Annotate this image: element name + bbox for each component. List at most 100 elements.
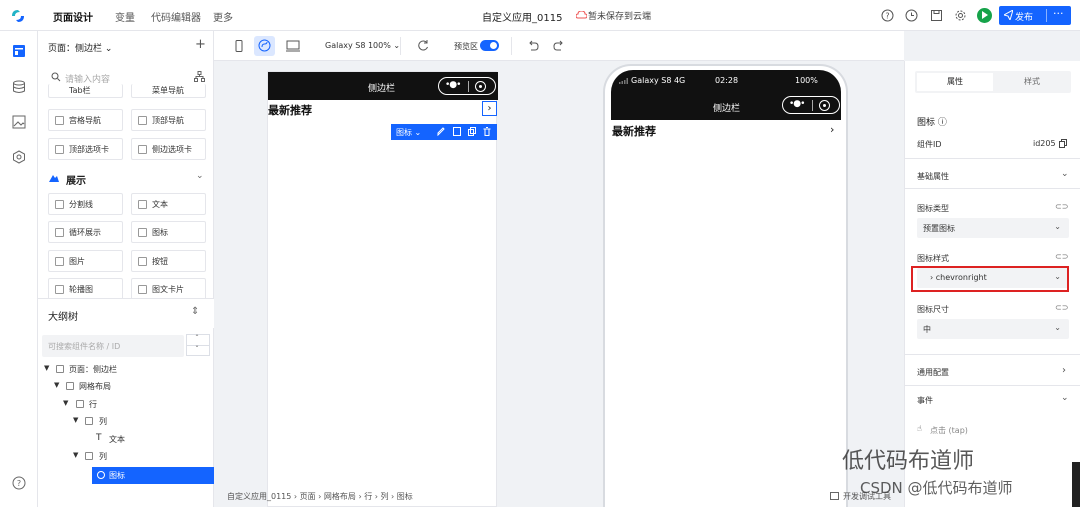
column-icon xyxy=(85,417,93,425)
column-icon xyxy=(85,452,93,460)
basic-props-header[interactable]: 基础属性 xyxy=(917,171,949,182)
database-icon[interactable] xyxy=(12,80,26,94)
component-grid-nav[interactable]: 宫格导航 xyxy=(48,109,123,131)
delete-trash-icon[interactable] xyxy=(483,127,491,136)
image-assets-icon[interactable] xyxy=(12,115,26,129)
phone-screen: Galaxy S8 4G 02:28 100% 侧边栏 •●• 最新推荐 › xyxy=(611,70,841,507)
copy-icon[interactable] xyxy=(468,127,476,136)
pages-icon[interactable] xyxy=(12,44,26,58)
caret-down-icon[interactable]: ▼ xyxy=(73,416,78,424)
copy-icon[interactable] xyxy=(1059,139,1067,148)
caret-down-icon[interactable]: ▼ xyxy=(73,451,78,459)
component-image[interactable]: 图片 xyxy=(48,250,123,272)
component-icon[interactable]: 图标 xyxy=(131,221,206,243)
link-icon[interactable]: ⊂⊃ xyxy=(1055,202,1068,211)
common-config-header[interactable]: 通用配置 xyxy=(917,367,949,378)
image-card-icon xyxy=(138,285,147,294)
nav-page-design[interactable]: 页面设计 xyxy=(53,9,93,24)
component-side-tabs[interactable]: 侧边选项卡 xyxy=(131,138,206,160)
edit-pencil-icon[interactable] xyxy=(437,127,445,136)
row-icon xyxy=(76,400,84,408)
events-header[interactable]: 事件 xyxy=(917,395,933,406)
chevron-down-icon[interactable]: ˇ xyxy=(195,345,199,354)
selected-component-name[interactable]: 图标 ⌄ xyxy=(396,127,421,138)
preview-toggle[interactable] xyxy=(480,40,499,51)
tree-node-page[interactable]: ▼ 页面：侧边栏 xyxy=(38,361,214,378)
nav-variables[interactable]: 变量 xyxy=(115,9,135,24)
tree-node-row[interactable]: ▼ 行 xyxy=(38,396,214,413)
caret-down-icon[interactable]: ▼ xyxy=(44,364,49,372)
divider xyxy=(905,385,1080,386)
redo-icon[interactable] xyxy=(552,40,566,52)
component-top-tabs[interactable]: 顶部选项卡 xyxy=(48,138,123,160)
mobile-device-icon[interactable] xyxy=(232,40,246,52)
tab-style[interactable]: 样式 xyxy=(995,73,1069,91)
design-frame[interactable]: 侧边栏 •●• 最新推荐 › 图标 ⌄ xyxy=(267,71,498,507)
tree-node-icon-selected[interactable]: 图标 xyxy=(92,467,214,484)
icon-size-select[interactable]: 中 ⌄ xyxy=(917,319,1069,339)
help-circle-icon[interactable]: ? xyxy=(12,476,26,490)
component-top-nav[interactable]: 顶部导航 xyxy=(131,109,206,131)
caret-down-icon[interactable]: ▼ xyxy=(54,381,59,389)
tree-node-column[interactable]: ▼ 列 xyxy=(38,413,214,430)
chevron-right-icon[interactable]: › xyxy=(1062,365,1066,376)
miniprogram-capsule[interactable]: •●• xyxy=(438,77,496,95)
desktop-device-icon[interactable] xyxy=(286,40,300,52)
outline-search-input[interactable]: 可搜索组件名称 / ID xyxy=(42,335,184,357)
component-carousel[interactable]: 轮播图 xyxy=(48,278,123,300)
refresh-icon[interactable] xyxy=(416,39,430,51)
top-tabs-icon xyxy=(55,145,64,154)
page-selector[interactable]: 页面：侧边栏 ⌄ xyxy=(48,41,112,54)
nav-more[interactable]: 更多 xyxy=(213,9,233,24)
history-icon[interactable] xyxy=(905,9,918,22)
phone-statusbar-navbar: Galaxy S8 4G 02:28 100% 侧边栏 •●• xyxy=(611,70,841,120)
icon-type-select[interactable]: 预置图标 ⌄ xyxy=(917,218,1069,238)
tree-node-text[interactable]: T 文本 xyxy=(38,431,214,448)
link-icon[interactable]: ⊂⊃ xyxy=(1055,303,1068,312)
save-icon[interactable] xyxy=(930,9,943,22)
plugin-icon[interactable] xyxy=(12,150,26,164)
settings-gear-icon[interactable] xyxy=(954,9,967,22)
device-selector[interactable]: Galaxy S8 100% ⌄ xyxy=(325,41,400,50)
component-tree-icon[interactable] xyxy=(194,71,205,82)
run-preview-button[interactable] xyxy=(977,8,992,23)
chevron-right-icon[interactable]: › xyxy=(830,123,834,136)
component-text[interactable]: 文本 xyxy=(131,193,206,215)
help-icon[interactable]: ? xyxy=(881,9,894,22)
frame-heading-text[interactable]: 最新推荐 xyxy=(268,102,312,118)
undo-icon[interactable] xyxy=(526,40,540,52)
chevron-down-icon[interactable]: ⌄ xyxy=(1061,393,1069,403)
carousel-icon xyxy=(55,285,64,294)
phone-miniprogram-capsule[interactable]: •●• xyxy=(782,96,840,114)
phone-heading-text: 最新推荐 xyxy=(612,125,656,138)
button-icon xyxy=(138,257,147,266)
chevron-down-icon[interactable]: ⌄ xyxy=(1061,169,1069,179)
component-divider[interactable]: 分割线 xyxy=(48,193,123,215)
tree-node-column[interactable]: ▼ 列 xyxy=(38,448,214,465)
tree-node-grid[interactable]: ▼ 网格布局 xyxy=(38,378,214,395)
miniprogram-device-button[interactable] xyxy=(254,36,275,56)
tab-attributes[interactable]: 属性 xyxy=(917,73,993,91)
chevron-down-icon[interactable]: ⌄ xyxy=(196,171,204,181)
nav-code-editor[interactable]: 代码编辑器 xyxy=(151,9,201,24)
component-image-card[interactable]: 图文卡片 xyxy=(131,278,206,300)
chevron-up-icon[interactable]: ˆ xyxy=(195,334,199,343)
event-tap[interactable]: 点击 (tap) xyxy=(930,425,968,436)
status-battery: 100% xyxy=(795,76,818,85)
save-component-icon[interactable] xyxy=(453,127,461,136)
caret-down-icon[interactable]: ▼ xyxy=(63,399,68,407)
breadcrumb[interactable]: 自定义应用_0115 › 页面 › 网格布局 › 行 › 列 › 图标 xyxy=(227,491,413,502)
add-page-button[interactable]: + xyxy=(195,37,206,52)
link-icon[interactable]: ⊂⊃ xyxy=(1055,252,1068,261)
chevron-right-icon[interactable]: › xyxy=(482,101,497,116)
expand-collapse-icon[interactable]: ⇕ xyxy=(191,306,199,317)
publish-more-button[interactable]: ··· xyxy=(1053,7,1064,20)
section-display-title[interactable]: 展示 xyxy=(66,172,86,187)
outline-stepper[interactable]: ˆ ˇ xyxy=(186,334,210,356)
component-tab-bar[interactable]: Tab栏 xyxy=(48,84,123,98)
properties-tabs: 属性 样式 xyxy=(915,71,1071,93)
component-button[interactable]: 按钮 xyxy=(131,250,206,272)
publish-button[interactable]: 发布 ··· xyxy=(999,6,1071,25)
component-loop[interactable]: 循环展示 xyxy=(48,221,123,243)
component-menu-nav[interactable]: 菜单导航 xyxy=(131,84,206,98)
